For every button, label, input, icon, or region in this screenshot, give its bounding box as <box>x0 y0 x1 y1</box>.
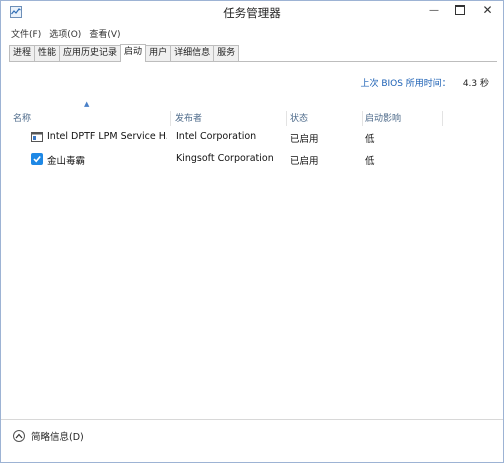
fewer-details-toggle[interactable]: 简略信息(D) <box>13 429 84 443</box>
row-status: 已启用 <box>290 134 319 145</box>
menu-file[interactable]: 文件(F) <box>11 27 41 41</box>
tab-performance[interactable]: 性能 <box>34 45 61 61</box>
tab-startup[interactable]: 启动 <box>120 44 147 62</box>
table-row[interactable]: 金山毒霸 Kingsoft Corporation 已启用 低 <box>9 149 497 171</box>
column-header-status[interactable]: 状态 <box>290 111 363 126</box>
task-manager-window: 任务管理器 — ✕ 文件(F) 选项(O) 查看(V) 进程 性能 应用历史记录… <box>0 0 504 463</box>
table-header: ▲ 名称 发布者 状态 启动影响 <box>9 100 497 126</box>
row-publisher: Intel Corporation <box>176 131 257 142</box>
menu-bar: 文件(F) 选项(O) 查看(V) <box>11 27 121 41</box>
sort-ascending-icon: ▲ <box>84 100 90 108</box>
column-header-publisher[interactable]: 发布者 <box>175 111 287 126</box>
maximize-button[interactable] <box>447 1 473 19</box>
close-button[interactable]: ✕ <box>473 1 502 19</box>
column-header-impact[interactable]: 启动影响 <box>365 111 443 126</box>
maximize-icon <box>455 5 465 15</box>
title-bar[interactable]: 任务管理器 — ✕ <box>1 1 503 23</box>
tab-strip: 进程 性能 应用历史记录 启动 用户 详细信息 服务 <box>9 44 240 62</box>
app-window-icon <box>31 131 43 143</box>
minimize-button[interactable]: — <box>421 1 447 19</box>
row-name: 金山毒霸 <box>47 156 86 167</box>
tab-services[interactable]: 服务 <box>213 45 240 61</box>
column-header-name[interactable]: 名称 <box>13 111 171 126</box>
tab-processes[interactable]: 进程 <box>9 45 36 61</box>
fewer-details-label: 简略信息(D) <box>31 432 84 443</box>
bios-time: 上次 BIOS 所用时间： 4.3 秒 <box>360 76 489 89</box>
minimize-icon: — <box>429 4 439 16</box>
row-status: 已启用 <box>290 156 319 167</box>
startup-list: Intel DPTF LPM Service H... Intel Corpor… <box>9 127 497 171</box>
footer-divider <box>1 419 503 420</box>
tab-details[interactable]: 详细信息 <box>170 45 215 61</box>
tab-app-history[interactable]: 应用历史记录 <box>59 45 122 61</box>
bios-time-label: 上次 BIOS 所用时间： <box>360 79 451 89</box>
row-name: Intel DPTF LPM Service H... <box>47 131 167 142</box>
row-impact: 低 <box>365 134 375 145</box>
chevron-up-icon <box>13 430 25 442</box>
tab-users[interactable]: 用户 <box>145 45 172 61</box>
menu-view[interactable]: 查看(V) <box>89 27 120 41</box>
tab-divider <box>9 61 497 62</box>
menu-options[interactable]: 选项(O) <box>49 27 81 41</box>
table-row[interactable]: Intel DPTF LPM Service H... Intel Corpor… <box>9 127 497 149</box>
close-icon: ✕ <box>482 3 493 17</box>
row-publisher: Kingsoft Corporation <box>176 153 274 164</box>
row-impact: 低 <box>365 156 375 167</box>
bios-time-value: 4.3 秒 <box>462 79 489 89</box>
kingsoft-antivirus-icon <box>31 153 43 165</box>
